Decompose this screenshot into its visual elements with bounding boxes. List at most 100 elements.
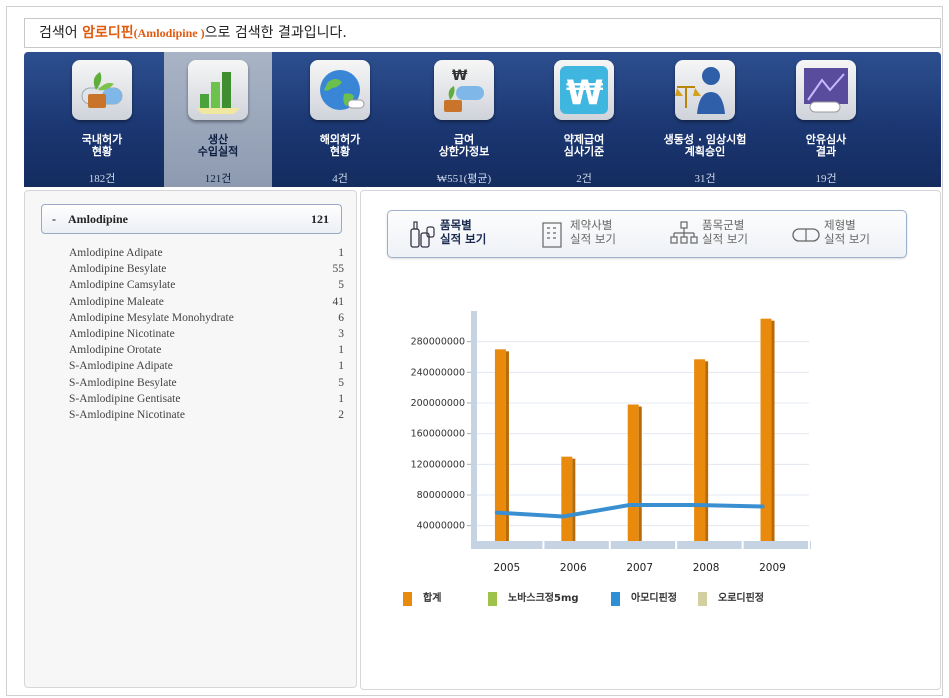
view-tab-line1: 품목군별 [702, 218, 745, 232]
salt-count: 1 [338, 247, 344, 259]
salt-item[interactable]: S-Amlodipine Gentisate 1 [69, 391, 344, 407]
salt-count: 55 [332, 263, 345, 276]
tab-label: 국내허가 현황 [48, 134, 156, 158]
tab-count: 182건 [88, 173, 116, 185]
tab-count: 31건 [694, 173, 716, 185]
x-tick-label: 2006 [560, 562, 587, 574]
tab-label-line2: 심사기준 [563, 145, 605, 158]
search-suffix: 으로 검색한 결과입니다. [204, 25, 347, 41]
search-result-banner: 검색어 암로디핀(Amlodipine )으로 검색한 결과입니다. [24, 18, 941, 48]
tab-count: 121건 [204, 173, 232, 185]
salt-item[interactable]: Amlodipine Camsylate 5 [69, 277, 344, 293]
view-tab-line2: 실적 보기 [440, 232, 487, 246]
svg-text:₩: ₩ [452, 68, 468, 84]
line-point-2005[interactable] [494, 510, 499, 515]
bar-2007[interactable] [627, 404, 639, 541]
tab-bioequivalence[interactable]: 생동성 · 임상시험 계획승인 31건 [651, 52, 759, 187]
salt-item[interactable]: Amlodipine Mesylate Monohydrate 6 [69, 310, 344, 326]
tab-label-line2: 상한가정보 [438, 145, 490, 158]
ingredient-panel: - Amlodipine 121 Amlodipine Adipate 1 Amlo… [24, 190, 357, 688]
view-tab-line1: 품목별 [440, 218, 472, 232]
chart-svg: 280000000 240000000 200000000 160000000 1200… [411, 311, 811, 574]
x-tick-label: 2009 [759, 562, 786, 574]
search-keyword-en: (Amlodipine ) [133, 26, 205, 40]
line-point-2007[interactable] [627, 502, 632, 507]
collapse-toggle[interactable]: - [52, 205, 56, 233]
view-tab-by-formulation[interactable]: 제형별 실적 보기 [792, 217, 902, 251]
salt-item[interactable]: S-Amlodipine Adipate 1 [69, 358, 344, 374]
view-tab-by-product-group[interactable]: 품목군별 실적 보기 [670, 217, 780, 251]
tab-label-line2: 결과 [815, 145, 837, 158]
x-tick-label: 2007 [626, 562, 653, 574]
svg-text:₩: ₩ [566, 73, 604, 113]
salt-item[interactable]: Amlodipine Orotate 1 [69, 342, 344, 358]
salt-name: Amlodipine Camsylate [69, 279, 176, 292]
salt-item[interactable]: S-Amlodipine Besylate 5 [69, 375, 344, 391]
salt-item[interactable]: S-Amlodipine Nicotinate 2 [69, 407, 344, 423]
view-mode-tabs: 품목별 실적 보기 제약사별 실적 보기 품목군별 실적 보기 제형별 실적 보기 [387, 210, 907, 258]
bar-chart-icon [188, 60, 248, 120]
tab-label-line2: 현황 [91, 145, 113, 158]
salt-item[interactable]: Amlodipine Adipate 1 [69, 245, 344, 261]
view-tab-line2: 실적 보기 [570, 232, 616, 246]
tab-domestic-approval[interactable]: 국내허가 현황 182건 [48, 52, 156, 187]
tab-production-import[interactable]: 생산 수입실적 121건 [164, 52, 272, 187]
line-point-2008[interactable] [694, 502, 699, 507]
chart-legend: 합계 노바스크정5mg 아모디핀정 오로디핀정 [403, 591, 823, 611]
won-sign-icon: ₩ [554, 60, 614, 120]
view-tab-line1: 제형별 [824, 218, 856, 232]
y-tick-label: 160000000 [411, 429, 465, 440]
legend-label: 노바스크정5mg [508, 593, 579, 604]
scales-person-icon [675, 60, 735, 120]
search-prefix: 검색어 [39, 25, 83, 41]
ingredient-name: Amlodipine [68, 212, 129, 226]
bar-side-2008 [705, 361, 709, 541]
salt-count: 6 [338, 311, 344, 324]
salt-name: Amlodipine Orotate [69, 344, 162, 357]
salt-item[interactable]: Amlodipine Nicotinate 3 [69, 326, 344, 342]
salt-name: S-Amlodipine Nicotinate [69, 408, 185, 421]
tab-similarity-review[interactable]: 안유심사 결과 19건 [772, 52, 880, 187]
tab-label: 급여 상한가정보 [410, 134, 518, 158]
salt-count: 41 [332, 295, 345, 308]
salt-name: S-Amlodipine Gentisate [69, 392, 181, 405]
salt-name: S-Amlodipine Adipate [69, 360, 173, 373]
legend-swatch [488, 592, 497, 606]
performance-panel: 품목별 실적 보기 제약사별 실적 보기 품목군별 실적 보기 제형별 실적 보기 28000… [360, 190, 941, 690]
product-bottles-icon [408, 219, 436, 249]
salt-name: Amlodipine Maleate [69, 295, 164, 308]
tab-foreign-approval[interactable]: 해외허가 현황 4건 [286, 52, 394, 187]
tab-drug-reimbursement[interactable]: ₩ 약제급여 심사기준 2건 [530, 52, 638, 187]
line-point-2006[interactable] [561, 514, 566, 519]
tab-label-line2: 계획승인 [684, 145, 726, 158]
legend-swatch [611, 592, 620, 606]
salt-count: 5 [338, 279, 344, 292]
pills-plant-icon [72, 60, 132, 120]
salt-item[interactable]: Amlodipine Maleate 41 [69, 294, 344, 310]
view-tab-line2: 실적 보기 [702, 232, 748, 246]
chart-floor [471, 541, 811, 549]
bar-2008[interactable] [694, 359, 706, 541]
legend-label: 합계 [423, 593, 442, 604]
tab-reimbursement-price[interactable]: ₩ 급여 상한가정보 ₩551(평균) [410, 52, 518, 187]
capsule-icon [792, 219, 820, 249]
bar-2006[interactable] [561, 456, 573, 541]
salt-count: 1 [338, 360, 344, 373]
y-tick-label: 200000000 [411, 398, 465, 409]
tab-label-line2: 수입실적 [197, 145, 239, 158]
bar-side-2006 [572, 458, 576, 541]
bar-side-2009 [771, 320, 775, 541]
legend-label: 아모디핀정 [631, 593, 677, 604]
ingredient-header[interactable]: - Amlodipine 121 [41, 204, 342, 234]
salt-name: Amlodipine Nicotinate [69, 327, 175, 340]
bar-side-2007 [638, 406, 642, 541]
view-tab-by-company[interactable]: 제약사별 실적 보기 [538, 217, 648, 251]
tab-count: 2건 [576, 173, 592, 185]
salt-name: S-Amlodipine Besylate [69, 376, 177, 389]
line-point-2009[interactable] [760, 504, 765, 509]
salt-count: 1 [338, 344, 344, 357]
legend-swatch [698, 592, 707, 606]
salt-item[interactable]: Amlodipine Besylate 55 [69, 261, 344, 277]
globe-icon [310, 60, 370, 120]
view-tab-by-product[interactable]: 품목별 실적 보기 [408, 217, 518, 251]
